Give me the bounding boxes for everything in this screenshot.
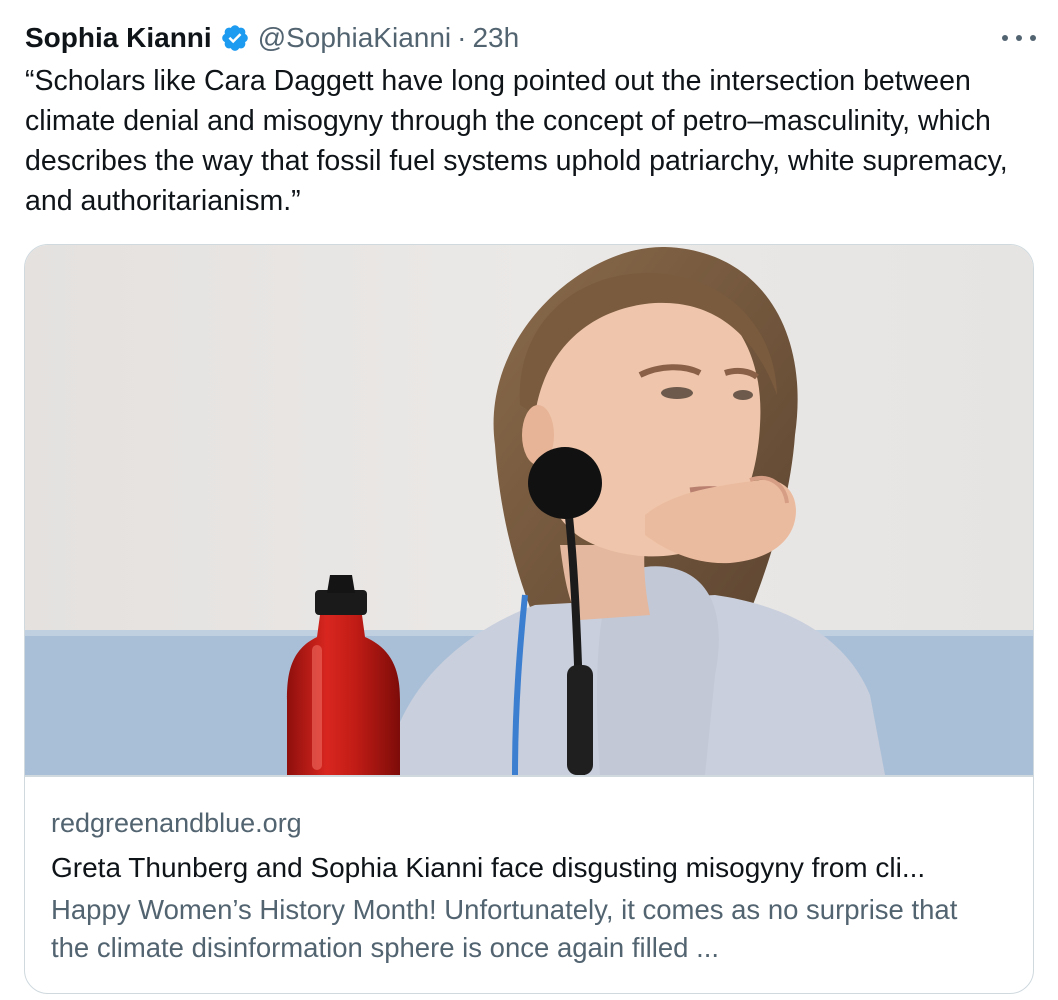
tweet-timestamp[interactable]: 23h	[472, 22, 519, 54]
author-handle[interactable]: @SophiaKianni	[258, 22, 451, 54]
card-divider	[25, 775, 1033, 777]
more-options-icon[interactable]	[1002, 24, 1036, 52]
card-image	[25, 245, 1033, 775]
more-dot	[1030, 35, 1036, 41]
author-name[interactable]: Sophia Kianni	[25, 22, 212, 54]
link-preview-card[interactable]: redgreenandblue.org Greta Thunberg and S…	[24, 244, 1034, 994]
verified-badge-icon	[221, 25, 248, 51]
card-title[interactable]: Greta Thunberg and Sophia Kianni face di…	[51, 847, 1001, 889]
more-dot	[1002, 35, 1008, 41]
more-dot	[1016, 35, 1022, 41]
card-description: Happy Women’s History Month! Unfortunate…	[51, 894, 958, 963]
header-separator: ·	[457, 22, 467, 53]
tweet-text: “Scholars like Cara Daggett have long po…	[25, 65, 1008, 217]
card-domain[interactable]: redgreenandblue.org	[51, 805, 1001, 841]
card-meta: redgreenandblue.org Greta Thunberg and S…	[51, 805, 1001, 967]
tweet-header: Sophia Kianni @SophiaKianni · 23h	[25, 18, 519, 58]
